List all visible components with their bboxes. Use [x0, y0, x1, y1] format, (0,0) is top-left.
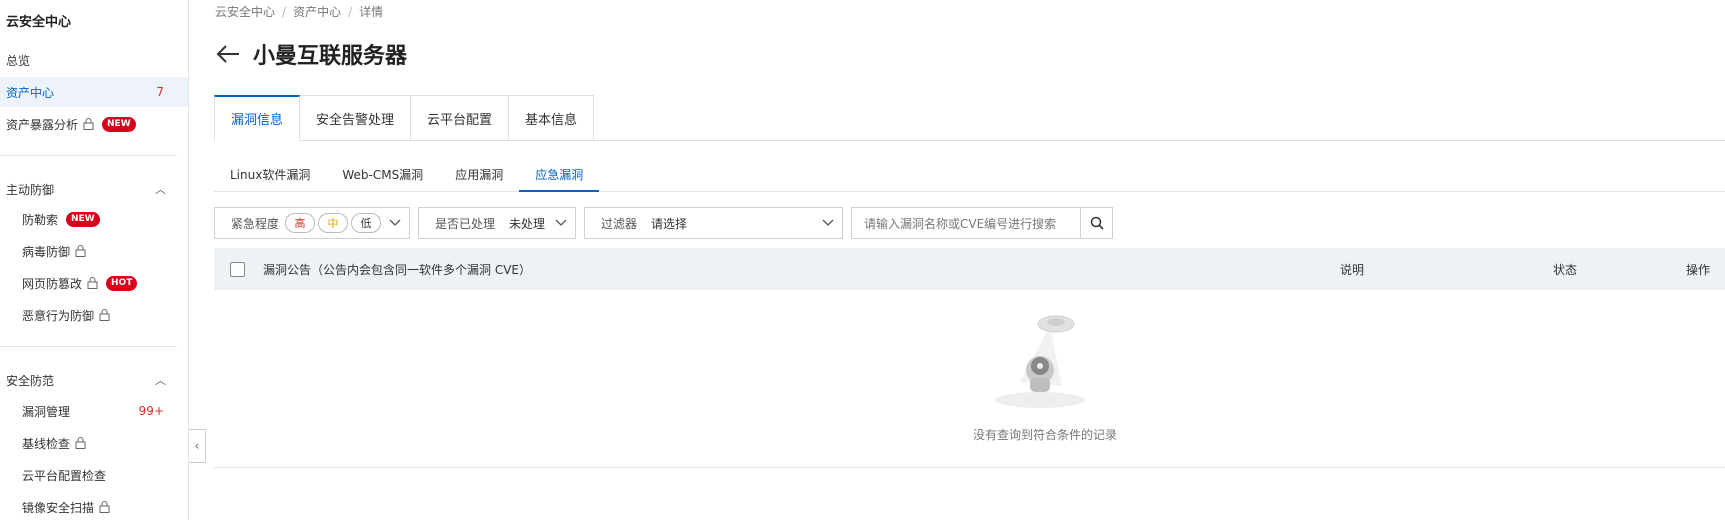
lock-icon [75, 437, 86, 449]
tab-vuln-info[interactable]: 漏洞信息 [214, 95, 301, 141]
lock-icon [75, 245, 86, 257]
tab-basic-info[interactable]: 基本信息 [509, 95, 595, 141]
breadcrumb-item: 详情 [359, 5, 384, 19]
sidebar-item-label: 恶意行为防御 [22, 308, 95, 323]
sidebar-group-title: 主动防御 [6, 183, 55, 197]
column-description: 说明 [1340, 262, 1365, 277]
handled-label: 是否已处理 [435, 216, 496, 231]
hot-badge: HOT [106, 275, 138, 291]
sidebar-item-asset-center[interactable]: 资产中心 7 [0, 77, 188, 107]
breadcrumb-item[interactable]: 云安全中心 [215, 5, 275, 19]
handled-filter[interactable]: 是否已处理 未处理 [418, 207, 576, 239]
urgency-filter[interactable]: 紧急程度 高 中 低 [214, 207, 410, 239]
sidebar-group-title: 安全防范 [6, 374, 55, 388]
column-status: 状态 [1553, 262, 1578, 277]
new-badge: NEW [102, 116, 136, 132]
sidebar-item-label: 总览 [6, 53, 31, 68]
sidebar-item-label: 镜像安全扫描 [22, 500, 95, 515]
chevron-down-icon [555, 219, 567, 226]
chevron-up-icon: ︿ [155, 374, 166, 387]
sidebar-collapse-button[interactable]: ‹ [189, 429, 206, 463]
sidebar-item-anti-ransomware[interactable]: 防勒索 NEW [0, 204, 188, 234]
sidebar-item-overview[interactable]: 总览 [0, 45, 188, 75]
handled-value: 未处理 [509, 216, 546, 231]
filter-value: 请选择 [651, 216, 688, 231]
breadcrumb-item[interactable]: 资产中心 [293, 5, 341, 19]
search-icon [1090, 216, 1104, 230]
sidebar-item-label: 防勒索 [22, 212, 59, 227]
table-header: 漏洞公告（公告内会包含同一软件多个漏洞 CVE） 说明 状态 操作 [214, 248, 1725, 290]
lock-icon [99, 501, 110, 513]
urgency-high-pill[interactable]: 高 [285, 213, 316, 233]
search-input[interactable]: 请输入漏洞名称或CVE编号进行搜索 [852, 215, 1080, 232]
chevron-down-icon [389, 219, 401, 226]
sidebar-brand: 云安全中心 [6, 15, 72, 30]
chevron-up-icon: ︿ [155, 183, 166, 196]
search-button[interactable] [1080, 208, 1112, 238]
urgency-label: 紧急程度 [231, 216, 280, 231]
page-title: 小曼互联服务器 [253, 44, 408, 69]
sidebar-item-label: 基线检查 [22, 436, 71, 451]
sidebar-item-malicious-behavior[interactable]: 恶意行为防御 [0, 300, 188, 330]
sidebar-item-label: 资产暴露分析 [6, 117, 79, 132]
sidebar-item-virus-defense[interactable]: 病毒防御 [0, 236, 188, 266]
lock-icon [83, 118, 94, 130]
sidebar-item-label: 漏洞管理 [22, 404, 71, 419]
back-arrow-icon[interactable] [215, 43, 241, 65]
search-field: 请输入漏洞名称或CVE编号进行搜索 [851, 207, 1113, 239]
sidebar-item-web-tamper[interactable]: 网页防篡改 HOT [0, 268, 188, 298]
breadcrumb: 云安全中心 / 资产中心 / 详情 [215, 5, 384, 19]
tab-security-alerts[interactable]: 安全告警处理 [300, 95, 412, 141]
sidebar-item-label: 资产中心 [6, 85, 55, 100]
sidebar-item-count: 99+ [138, 404, 164, 418]
sidebar-group-security[interactable]: 安全防范 ︿ [6, 372, 166, 389]
subtab-emergency-vuln[interactable]: 应急漏洞 [519, 160, 600, 192]
chevron-down-icon [822, 219, 834, 226]
select-all-checkbox[interactable] [230, 261, 245, 277]
sidebar-item-label: 网页防篡改 [22, 276, 83, 291]
filter-select[interactable]: 过滤器 请选择 [584, 207, 843, 239]
sub-tabs: Linux软件漏洞 Web-CMS漏洞 应用漏洞 应急漏洞 [214, 160, 600, 192]
page-header: 小曼互联服务器 [215, 38, 407, 70]
sidebar-item-label: 病毒防御 [22, 244, 71, 259]
tab-cloud-config[interactable]: 云平台配置 [411, 95, 510, 141]
sidebar-item-count: 7 [156, 85, 164, 99]
subtab-linux-vuln[interactable]: Linux软件漏洞 [214, 160, 326, 192]
sidebar-group-active-defense[interactable]: 主动防御 ︿ [6, 181, 166, 198]
sidebar-item-image-scan[interactable]: 镜像安全扫描 [0, 492, 188, 520]
column-action: 操作 [1686, 262, 1711, 277]
empty-state-text: 没有查询到符合条件的记录 [972, 428, 1117, 442]
lock-icon [99, 309, 110, 321]
sidebar: 云安全中心 总览 资产中心 7 资产暴露分析 NEW 主动防御 ︿ 防勒索 NE… [0, 0, 189, 520]
sidebar-item-asset-exposure[interactable]: 资产暴露分析 NEW [0, 109, 188, 139]
chevron-left-icon: ‹ [194, 438, 200, 454]
main-tabs: 漏洞信息 安全告警处理 云平台配置 基本信息 [214, 95, 595, 141]
sidebar-divider [0, 346, 177, 347]
urgency-mid-pill[interactable]: 中 [318, 213, 349, 233]
filter-bar: 紧急程度 高 中 低 是否已处理 未处理 过滤器 请选择 请输入漏洞名称或CVE… [214, 207, 1113, 239]
subtab-webcms-vuln[interactable]: Web-CMS漏洞 [326, 160, 439, 192]
urgency-low-pill[interactable]: 低 [351, 213, 382, 233]
subtab-app-vuln[interactable]: 应用漏洞 [439, 160, 519, 192]
lock-icon [87, 277, 98, 289]
sidebar-item-baseline-check[interactable]: 基线检查 [0, 428, 188, 458]
sidebar-item-label: 云平台配置检查 [22, 468, 107, 483]
sidebar-item-cloud-config-check[interactable]: 云平台配置检查 [0, 460, 188, 490]
filter-label: 过滤器 [601, 216, 638, 231]
new-badge: NEW [66, 211, 100, 227]
table-bottom-divider [214, 467, 1725, 468]
sidebar-divider [0, 155, 177, 156]
sidebar-item-vuln-management[interactable]: 漏洞管理 99+ [0, 396, 188, 426]
column-announcement: 漏洞公告（公告内会包含同一软件多个漏洞 CVE） [263, 262, 531, 277]
empty-state-icon [995, 315, 1085, 408]
